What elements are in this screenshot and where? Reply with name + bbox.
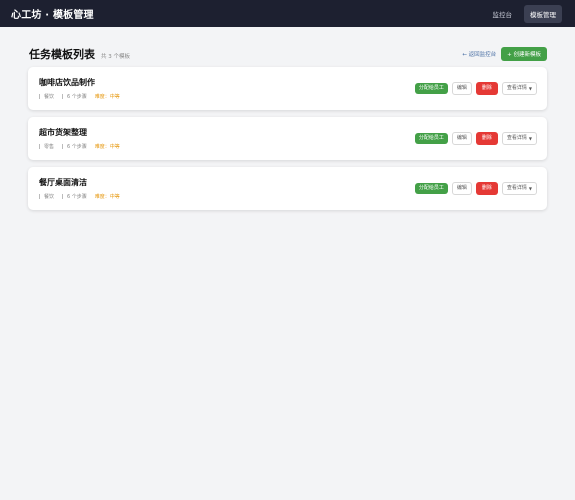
steps-tag: 6 个步骤 bbox=[62, 193, 87, 200]
template-card: 咖啡店饮品制作 餐饮 6 个步骤 难度：中等 分配给员工 编辑 删除 查看详情 … bbox=[28, 67, 547, 110]
template-info: 餐厅桌面清洁 餐饮 6 个步骤 难度：中等 bbox=[39, 177, 120, 200]
chevron-down-icon: ▼ bbox=[528, 135, 532, 141]
view-detail-label: 查看详情 bbox=[506, 85, 527, 91]
category-label: 零售 bbox=[44, 144, 55, 150]
template-actions: 分配给员工 编辑 删除 查看详情 ▼ bbox=[414, 182, 537, 195]
nav-dashboard-link[interactable]: 监控台 bbox=[487, 5, 519, 23]
template-info: 咖啡店饮品制作 餐饮 6 个步骤 难度：中等 bbox=[39, 77, 120, 100]
view-detail-label: 查看详情 bbox=[506, 185, 527, 191]
assign-button[interactable]: 分配给员工 bbox=[414, 83, 448, 94]
template-meta: 餐饮 6 个步骤 难度：中等 bbox=[39, 193, 120, 200]
assign-button[interactable]: 分配给员工 bbox=[414, 183, 448, 194]
difficulty-label: 难度：中等 bbox=[94, 144, 120, 150]
steps-icon bbox=[62, 94, 65, 99]
steps-tag: 6 个步骤 bbox=[62, 93, 87, 100]
category-icon bbox=[39, 94, 42, 99]
template-actions: 分配给员工 编辑 删除 查看详情 ▼ bbox=[414, 132, 537, 145]
difficulty-label: 难度：中等 bbox=[94, 194, 120, 200]
steps-label: 6 个步骤 bbox=[67, 194, 87, 200]
category-label: 餐饮 bbox=[44, 194, 55, 200]
nav-templates-link[interactable]: 模板管理 bbox=[524, 4, 562, 23]
template-meta: 餐饮 6 个步骤 难度：中等 bbox=[39, 93, 120, 100]
template-count: 共 3 个模板 bbox=[101, 53, 130, 60]
category-tag: 零售 bbox=[39, 143, 54, 150]
template-title: 咖啡店饮品制作 bbox=[39, 78, 95, 87]
header-actions: ← 返回监控台 + 创建新模板 bbox=[462, 46, 547, 61]
delete-button[interactable]: 删除 bbox=[475, 132, 498, 145]
edit-button[interactable]: 编辑 bbox=[451, 132, 472, 145]
view-detail-button[interactable]: 查看详情 ▼ bbox=[501, 82, 537, 95]
page-title: 任务模板列表 bbox=[29, 47, 95, 61]
edit-button[interactable]: 编辑 bbox=[451, 182, 472, 195]
category-label: 餐饮 bbox=[44, 94, 55, 100]
view-detail-label: 查看详情 bbox=[506, 135, 527, 141]
steps-tag: 6 个步骤 bbox=[62, 143, 87, 150]
steps-label: 6 个步骤 bbox=[67, 94, 87, 100]
template-info: 超市货架整理 零售 6 个步骤 难度：中等 bbox=[39, 127, 120, 150]
template-title: 超市货架整理 bbox=[39, 128, 87, 137]
back-to-dashboard-link[interactable]: ← 返回监控台 bbox=[462, 50, 496, 58]
template-meta: 零售 6 个步骤 难度：中等 bbox=[39, 143, 120, 150]
steps-icon bbox=[62, 144, 65, 149]
title-group: 任务模板列表 共 3 个模板 bbox=[29, 46, 130, 62]
category-icon bbox=[39, 194, 42, 199]
assign-button[interactable]: 分配给员工 bbox=[414, 133, 448, 144]
category-tag: 餐饮 bbox=[39, 193, 54, 200]
top-navbar: 心工坊 · 模板管理 监控台 模板管理 bbox=[0, 0, 575, 27]
create-template-button[interactable]: + 创建新模板 bbox=[501, 46, 547, 61]
view-detail-button[interactable]: 查看详情 ▼ bbox=[501, 182, 537, 195]
template-actions: 分配给员工 编辑 删除 查看详情 ▼ bbox=[414, 82, 537, 95]
chevron-down-icon: ▼ bbox=[528, 185, 532, 191]
delete-button[interactable]: 删除 bbox=[475, 82, 498, 95]
view-detail-button[interactable]: 查看详情 ▼ bbox=[501, 132, 537, 145]
page-header: 任务模板列表 共 3 个模板 ← 返回监控台 + 创建新模板 bbox=[0, 27, 575, 67]
chevron-down-icon: ▼ bbox=[528, 85, 532, 91]
template-title: 餐厅桌面清洁 bbox=[39, 178, 87, 187]
category-icon bbox=[39, 144, 42, 149]
template-card: 超市货架整理 零售 6 个步骤 难度：中等 分配给员工 编辑 删除 查看详情 ▼ bbox=[28, 117, 547, 160]
edit-button[interactable]: 编辑 bbox=[451, 82, 472, 95]
category-tag: 餐饮 bbox=[39, 93, 54, 100]
top-nav: 监控台 模板管理 bbox=[487, 4, 562, 23]
steps-icon bbox=[62, 194, 65, 199]
app-brand: 心工坊 · 模板管理 bbox=[11, 10, 94, 21]
difficulty-label: 难度：中等 bbox=[94, 94, 120, 100]
delete-button[interactable]: 删除 bbox=[475, 182, 498, 195]
template-card: 餐厅桌面清洁 餐饮 6 个步骤 难度：中等 分配给员工 编辑 删除 查看详情 ▼ bbox=[28, 167, 547, 210]
template-list: 咖啡店饮品制作 餐饮 6 个步骤 难度：中等 分配给员工 编辑 删除 查看详情 … bbox=[0, 67, 575, 210]
steps-label: 6 个步骤 bbox=[67, 144, 87, 150]
